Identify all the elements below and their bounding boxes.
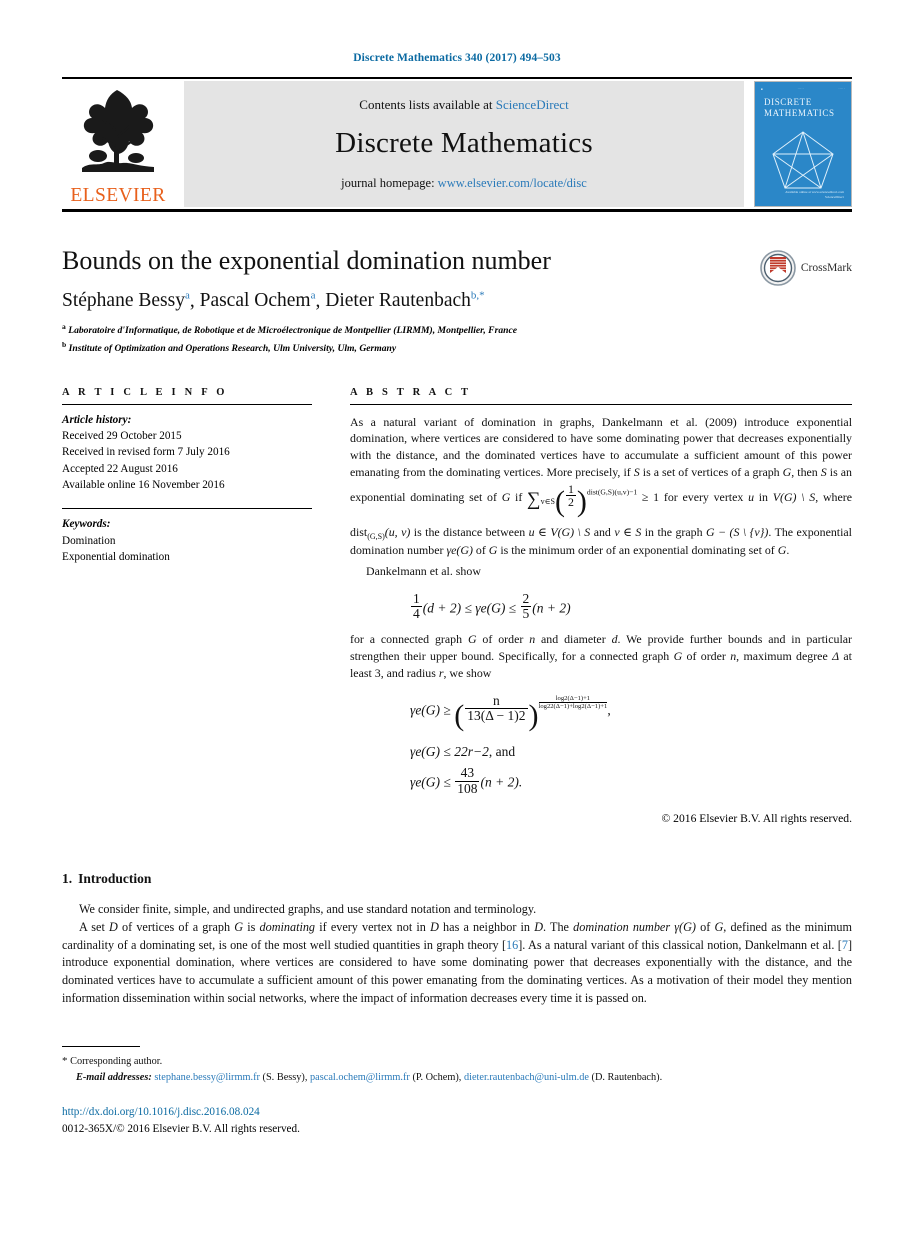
crossmark-label: CrossMark [800,262,852,274]
elsevier-wordmark: ELSEVIER [70,184,166,206]
email-label: E-mail addresses: [76,1071,152,1083]
journal-homepage-line: journal homepage: www.elsevier.com/locat… [341,176,587,191]
affiliation-b: b Institute of Optimization and Operatio… [62,339,397,355]
abstract-paragraph-2: Dankelmann et al. show [366,563,481,578]
author-3: Dieter Rautenbachb,* [325,289,485,312]
section-heading: 1. Introduction [62,871,852,887]
crossmark-icon [760,250,796,286]
info-rule-mid [62,508,312,510]
email-addresses-line: E-mail addresses: stephane.bessy@lirmm.f… [76,1071,663,1083]
abstract-rule [350,403,852,405]
footnote-block: * Corresponding author. E-mail addresses… [62,1053,852,1086]
article-info-column: A R T I C L E I N F O Article history: R… [62,387,312,825]
section-number: 1. [62,870,73,886]
abstract-paragraph-3: for a connected graph G of order n and d… [350,632,852,681]
elsevier-tree-icon [82,90,154,172]
author-3-affil-mark[interactable]: b,* [471,290,485,302]
journal-masthead: ELSEVIER Contents lists available at Sci… [62,81,852,207]
eq2-fraction: n 13(Δ − 1)2 [465,693,528,724]
eq2-exponent-fraction: log2(Δ−1)+1 log22(Δ−1)+log2(Δ−1)+1 [538,695,608,711]
cover-pentagram-figure [755,126,851,197]
equation-3-row: γe(G) ≤ 22r−2, and [410,744,516,760]
author-2-affil-mark[interactable]: a [311,290,316,302]
footnote-rule [62,1045,140,1047]
keyword-item: Domination [62,534,116,547]
abstract-copyright: © 2016 Elsevier B.V. All rights reserved… [661,811,852,825]
cover-footer: Available online at www.sciencedirect.co… [785,189,844,199]
eq1-right-fraction: 25 [520,590,532,622]
contents-prefix: Contents lists available at [359,97,493,112]
doi-link[interactable]: http://dx.doi.org/10.1016/j.disc.2016.08… [62,1104,852,1121]
page-title: Bounds on the exponential domination num… [62,246,551,275]
journal-title: Discrete Mathematics [335,127,593,159]
summation-symbol: ∑ [527,489,541,511]
keyword-item: Exponential domination [62,550,170,563]
email-link-2[interactable]: pascal.ochem@lirmm.fr [310,1072,410,1083]
equation-2: γe(G) ≥ (n 13(Δ − 1)2) log2(Δ−1)+1 log22(Δ−… [350,693,852,796]
history-item: Available online 16 November 2016 [62,478,225,491]
author-1-affil-mark[interactable]: a [185,290,190,302]
history-item: Received 29 October 2015 [62,429,182,442]
paper-page: Discrete Mathematics 340 (2017) 494–503 … [0,0,907,1238]
citation-16[interactable]: 16 [506,938,518,952]
info-rule-top [62,403,312,405]
corresponding-author-note: * Corresponding author. [62,1054,163,1067]
introduction-text: We consider finite, simple, and undirect… [62,901,852,1008]
affiliation-a: a Laboratoire d'Informatique, de Robotiq… [62,322,517,337]
eq4-fraction: 43 108 [455,765,480,796]
abstract-column: A B S T R A C T As a natural variant of … [350,387,852,825]
section-title: Introduction [78,870,152,886]
contents-box: Contents lists available at ScienceDirec… [184,81,744,207]
eq1-left-fraction: 14 [411,590,422,622]
history-item: Received in revised form 7 July 2016 [62,446,230,459]
cover-title: DISCRETE MATHEMATICS [764,97,835,119]
equation-4-row: γe(G) ≤ 43 108 (n + 2). [410,765,523,796]
info-abstract-block: A R T I C L E I N F O Article history: R… [62,387,852,825]
abstract-paragraph-1: As a natural variant of domination in gr… [350,414,853,557]
author-2: Pascal Ochema [199,289,316,312]
author-1: Stéphane Bessya [62,289,190,312]
article-info-heading: A R T I C L E I N F O [62,386,228,398]
author-list: Stéphane Bessya, Pascal Ochema, Dieter R… [62,289,485,312]
email-link-3[interactable]: dieter.rautenbach@uni-ulm.de [464,1072,589,1083]
affiliation-list: a Laboratoire d'Informatique, de Robotiq… [62,321,852,356]
running-head: Discrete Mathematics 340 (2017) 494–503 [353,52,561,64]
keywords-block: Keywords: Domination Exponential dominat… [62,516,312,565]
abstract-heading: A B S T R A C T [350,386,472,398]
summation-subscript: v∈S [540,497,555,507]
intro-paragraph-1: We consider finite, simple, and undirect… [79,901,537,916]
crossmark-badge[interactable]: CrossMark [760,250,852,286]
title-block: Bounds on the exponential domination num… [62,246,852,357]
asterisk-icon: * [62,1054,68,1067]
intro-paragraph-2: A set D of vertices of a graph G is domi… [62,919,853,1005]
masthead-bottom-rule [62,209,852,212]
keywords-heading: Keywords: [62,518,111,531]
sciencedirect-link[interactable]: ScienceDirect [496,97,569,112]
equation-1: 1 4 (d + 2) ≤ γe(G) ≤ 2 5 (n + 2) [411,590,571,622]
issn-copyright-line: 0012-365X/© 2016 Elsevier B.V. All right… [62,1122,300,1135]
email-link-1[interactable]: stephane.bessy@lirmm.fr [154,1072,260,1083]
homepage-url[interactable]: www.elsevier.com/locate/disc [438,176,587,190]
history-heading: Article history: [62,413,132,426]
one-half-fraction: 12 [565,481,576,510]
elsevier-logo: ELSEVIER [62,81,174,207]
abstract-text: As a natural variant of domination in gr… [350,414,852,796]
journal-cover-thumbnail: ■·········· DISCRETE MATHEMATICS Avail [754,81,852,207]
article-history: Article history: Received 29 October 201… [62,412,312,503]
introduction-section: 1. Introduction We consider finite, simpl… [62,871,852,1008]
contents-available-line: Contents lists available at ScienceDirec… [359,97,568,113]
summation-exponent: dist(G,S)(u,v)−1 [586,487,638,497]
pentagram-graph-icon [772,130,834,188]
page-footer: http://dx.doi.org/10.1016/j.disc.2016.08… [62,1104,852,1138]
equation-2-row: γe(G) ≥ (n 13(Δ − 1)2) log2(Δ−1)+1 log22(Δ−… [410,693,611,732]
homepage-prefix: journal homepage: [341,176,435,190]
history-item: Accepted 22 August 2016 [62,462,178,475]
masthead-top-rule [62,77,852,79]
cover-top-strip: ■ ····· ····· [761,87,845,91]
